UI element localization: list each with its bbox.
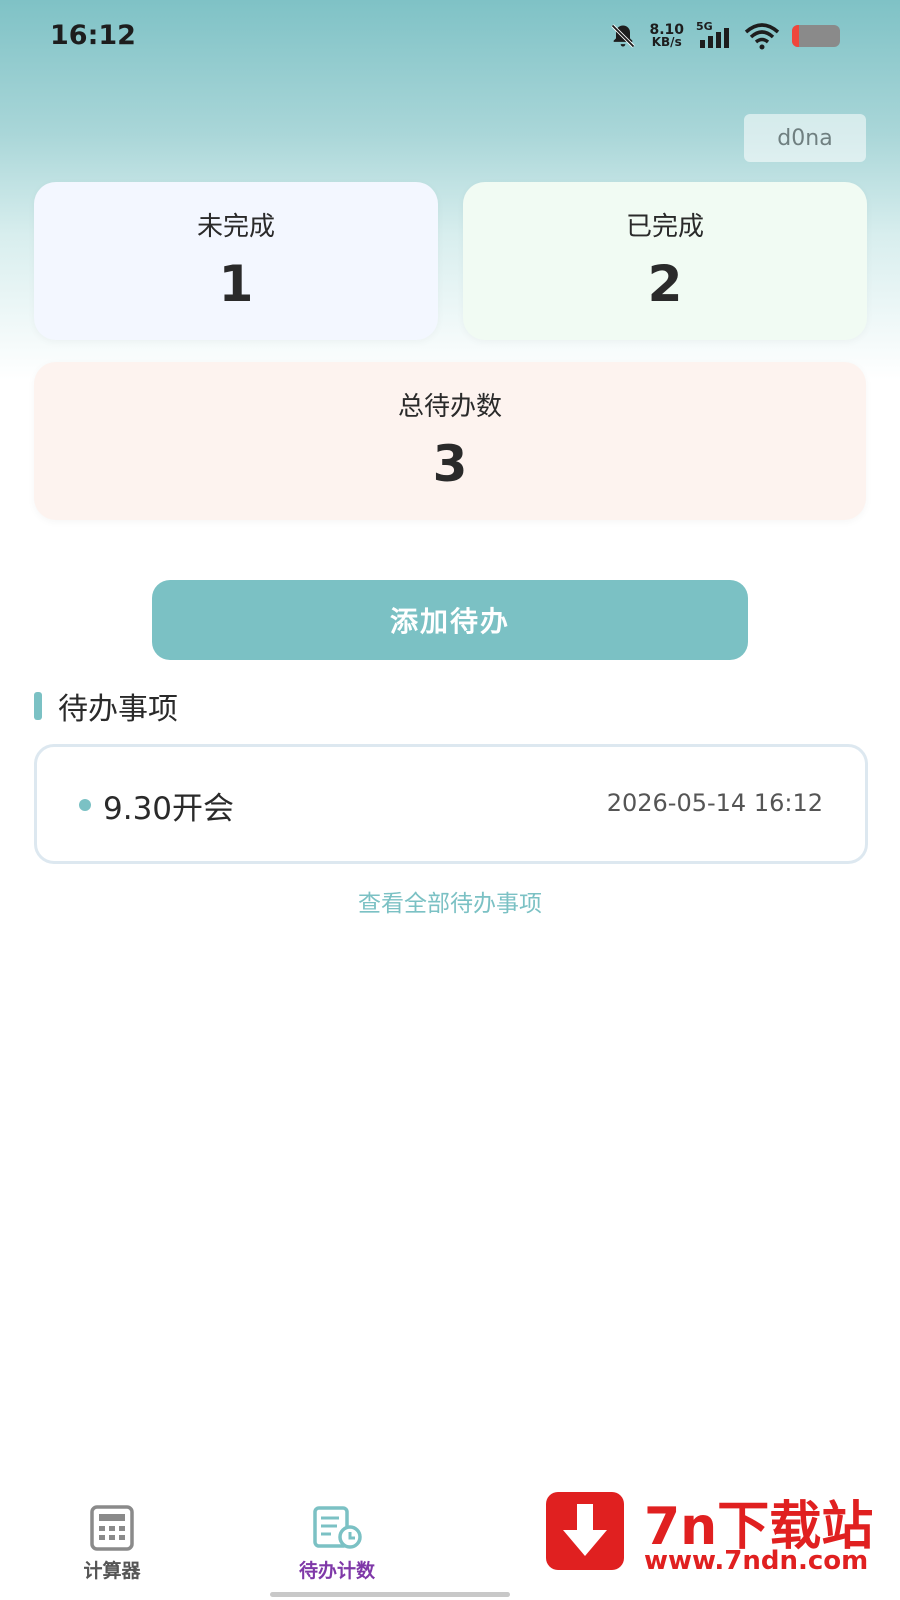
section-header: 待办事项: [34, 684, 178, 728]
bell-off-icon: [611, 24, 636, 48]
watermark-download-icon: [546, 1492, 624, 1570]
net-speed-unit: KB/s: [651, 35, 682, 49]
nav-item-todo-counter[interactable]: 待办计数: [237, 1486, 437, 1583]
incomplete-label: 未完成: [196, 212, 275, 242]
signal-icon: 5G: [696, 20, 732, 50]
total-count: 3: [432, 435, 468, 493]
todo-time: 2026-05-14 16:12: [606, 789, 823, 817]
nav-item-calculator[interactable]: 计算器: [12, 1486, 212, 1583]
total-stat-card[interactable]: 总待办数 3: [34, 362, 866, 520]
todo-item[interactable]: 9.30开会 2026-05-14 16:12: [34, 744, 868, 864]
user-name-chip[interactable]: d0na: [744, 114, 866, 162]
section-accent-bar: [34, 692, 42, 720]
completed-count: 2: [647, 255, 683, 313]
total-label: 总待办数: [397, 392, 502, 422]
add-todo-button[interactable]: 添加待办: [152, 580, 748, 660]
section-title: 待办事项: [58, 692, 178, 727]
status-time: 16:12: [50, 20, 136, 51]
view-all-todos-link[interactable]: 查看全部待办事项: [0, 884, 900, 918]
status-bar: 16:12 8.10 KB/s 5G: [0, 0, 900, 76]
net-speed: 8.10 KB/s: [649, 23, 684, 49]
wifi-icon: [744, 23, 780, 50]
incomplete-stat-card[interactable]: 未完成 1: [34, 182, 438, 340]
nav-label-todo-counter: 待办计数: [298, 1560, 375, 1582]
battery-icon: [792, 25, 840, 47]
watermark: 7n下载站 www.7ndn.com: [516, 1460, 900, 1600]
completed-label: 已完成: [625, 212, 704, 242]
todo-title: 9.30开会: [103, 791, 235, 827]
calculator-icon: [90, 1505, 134, 1551]
watermark-url: www.7ndn.com: [644, 1546, 869, 1576]
battery-level: [792, 25, 800, 47]
status-icons: 8.10 KB/s 5G: [609, 20, 840, 50]
completed-stat-card[interactable]: 已完成 2: [463, 182, 867, 340]
incomplete-count: 1: [218, 255, 254, 313]
todo-bullet: [79, 799, 91, 811]
todo-list-icon: [313, 1506, 362, 1549]
nav-label-calculator: 计算器: [83, 1560, 141, 1582]
home-indicator[interactable]: [270, 1592, 510, 1597]
